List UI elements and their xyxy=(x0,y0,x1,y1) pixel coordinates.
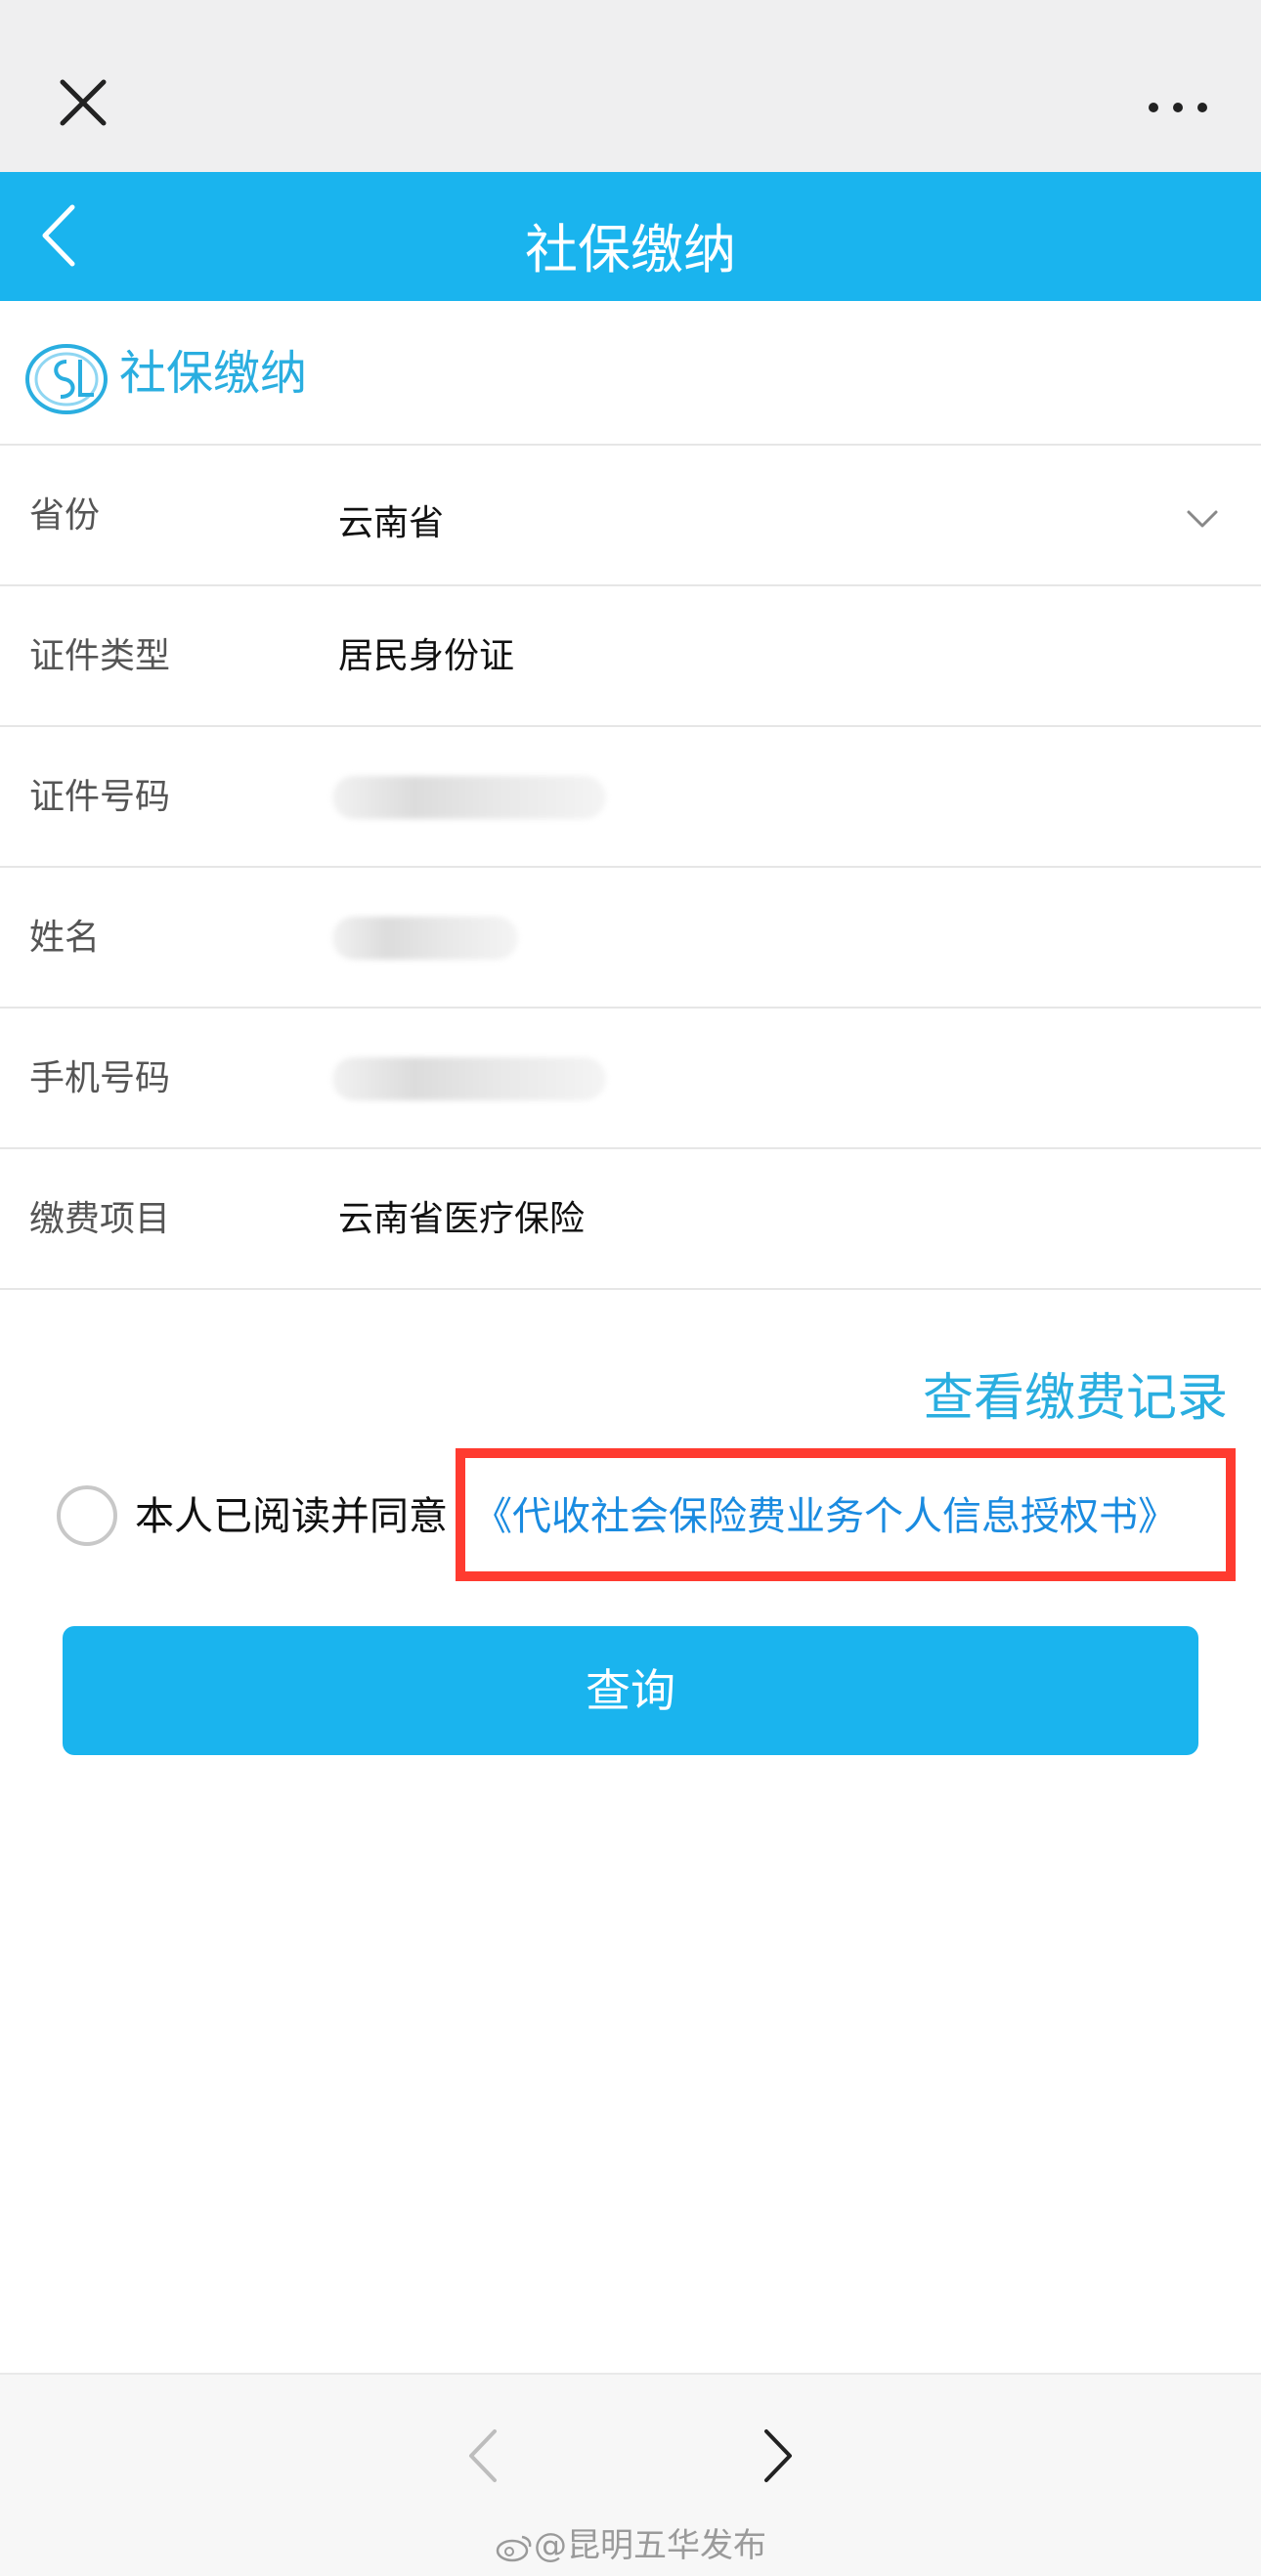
province-label: 省份 xyxy=(29,495,101,536)
id-number-label: 证件号码 xyxy=(29,777,171,817)
payment-item-select[interactable]: 云南省医疗保险 xyxy=(338,1149,585,1290)
browser-top-bar xyxy=(0,0,1261,172)
authorization-document-link[interactable]: 《代收社会保险费业务个人信息授权书》 xyxy=(473,1489,1177,1544)
watermark: @昆明五华发布 xyxy=(0,2521,1261,2570)
agreement-row: 本人已阅读并同意 《代收社会保险费业务个人信息授权书》 xyxy=(0,1446,1261,1583)
phone-label: 手机号码 xyxy=(29,1058,171,1098)
phone-field-blurred[interactable] xyxy=(332,1057,606,1100)
name-field-blurred[interactable] xyxy=(332,917,518,960)
chevron-left-icon[interactable] xyxy=(459,2422,508,2490)
payment-item-row[interactable]: 缴费项目 云南省医疗保险 xyxy=(0,1149,1261,1290)
payment-item-label: 缴费项目 xyxy=(29,1199,171,1239)
name-label: 姓名 xyxy=(29,918,101,958)
phone-row[interactable]: 手机号码 xyxy=(0,1009,1261,1149)
id-type-row[interactable]: 证件类型 居民身份证 xyxy=(0,586,1261,727)
id-number-row[interactable]: 证件号码 xyxy=(0,727,1261,868)
chevron-right-icon[interactable] xyxy=(753,2422,802,2490)
query-button[interactable]: 查询 xyxy=(63,1626,1198,1755)
name-row[interactable]: 姓名 xyxy=(0,868,1261,1009)
query-form: 省份 云南省 证件类型 居民身份证 证件号码 姓名 手机号码 缴费项目 云南省医… xyxy=(0,446,1261,1290)
id-type-label: 证件类型 xyxy=(29,636,171,676)
close-icon[interactable] xyxy=(49,68,117,137)
page-title: 社保缴纳 xyxy=(525,219,736,280)
browser-bottom-bar: @昆明五华发布 xyxy=(0,2373,1261,2576)
back-arrow-icon[interactable] xyxy=(35,201,84,270)
more-icon[interactable] xyxy=(1134,88,1222,127)
agreement-text: 本人已阅读并同意 xyxy=(135,1494,448,1539)
view-payment-records-link[interactable]: 查看缴费记录 xyxy=(923,1356,1228,1430)
page: 社保缴纳 社保缴纳 省份 云南省 证件类型 居民身份证 证件号码 姓名 手机号码… xyxy=(0,0,1261,2576)
id-number-field-blurred[interactable] xyxy=(332,776,606,819)
id-type-select[interactable]: 居民身份证 xyxy=(338,586,514,727)
brand-name: 社保缴纳 xyxy=(119,346,308,401)
province-row[interactable]: 省份 云南省 xyxy=(0,446,1261,586)
brand-row: 社保缴纳 xyxy=(0,301,1261,446)
weibo-icon xyxy=(496,2535,532,2561)
agreement-radio[interactable] xyxy=(57,1485,117,1546)
watermark-text: @昆明五华发布 xyxy=(534,2526,766,2565)
chevron-down-icon[interactable] xyxy=(1183,504,1222,534)
province-select[interactable]: 云南省 xyxy=(338,446,444,586)
social-insurance-logo-icon xyxy=(25,344,108,414)
page-header: 社保缴纳 xyxy=(0,172,1261,301)
